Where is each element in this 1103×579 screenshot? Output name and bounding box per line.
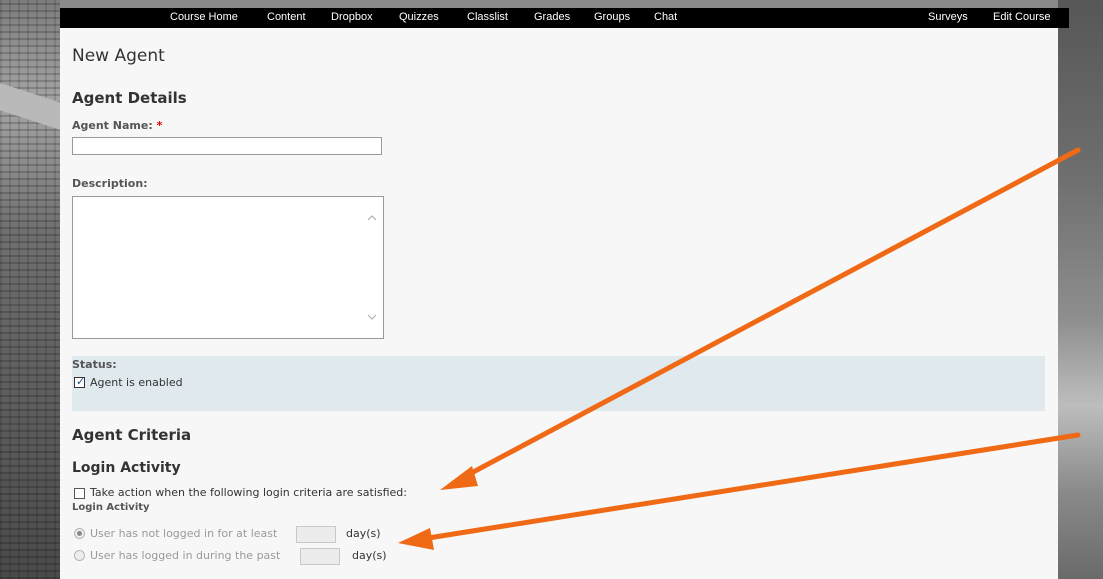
page-title: New Agent xyxy=(72,46,165,66)
logged-in-radio[interactable] xyxy=(74,550,85,561)
login-activity-heading: Login Activity xyxy=(72,460,181,476)
main-content-panel: New Agent Agent Details Agent Name: * De… xyxy=(60,28,1058,579)
take-action-label: Take action when the following login cri… xyxy=(90,486,407,499)
days-unit-label: day(s) xyxy=(346,527,381,540)
agent-name-label-text: Agent Name: xyxy=(72,119,153,132)
nav-content[interactable]: Content xyxy=(267,11,306,23)
scroll-up-icon[interactable] xyxy=(367,213,377,223)
agent-details-heading: Agent Details xyxy=(72,89,187,107)
status-panel: Status: ✓ Agent is enabled xyxy=(72,356,1045,411)
description-textarea[interactable] xyxy=(72,196,384,339)
agent-name-input[interactable] xyxy=(72,137,382,155)
agent-enabled-label: Agent is enabled xyxy=(90,376,183,389)
login-activity-sublabel: Login Activity xyxy=(72,502,150,513)
nav-edit-course[interactable]: Edit Course xyxy=(993,11,1050,23)
background-photo-left xyxy=(0,0,82,579)
nav-classlist[interactable]: Classlist xyxy=(467,11,508,23)
required-marker: * xyxy=(156,119,163,132)
nav-quizzes[interactable]: Quizzes xyxy=(399,11,439,23)
logged-in-label: User has logged in during the past xyxy=(90,549,281,562)
not-logged-in-label: User has not logged in for at least xyxy=(90,527,278,540)
nav-chat[interactable]: Chat xyxy=(654,11,677,23)
agent-enabled-checkbox[interactable]: ✓ xyxy=(74,375,86,388)
days-unit-label-2: day(s) xyxy=(352,549,387,562)
nav-surveys[interactable]: Surveys xyxy=(928,11,968,23)
take-action-checkbox[interactable] xyxy=(74,488,85,499)
not-logged-in-radio[interactable] xyxy=(74,528,85,539)
course-navbar: Course Home Content Dropbox Quizzes Clas… xyxy=(60,8,1069,28)
nav-course-home[interactable]: Course Home xyxy=(170,11,238,23)
status-label: Status: xyxy=(72,358,117,371)
not-logged-days-input[interactable] xyxy=(296,526,336,543)
agent-name-label: Agent Name: * xyxy=(72,119,162,132)
description-label: Description: xyxy=(72,177,148,190)
checkmark-icon: ✓ xyxy=(76,375,86,388)
background-photo-right xyxy=(1058,0,1103,579)
agent-criteria-heading: Agent Criteria xyxy=(72,426,192,444)
radio-selected-dot xyxy=(77,531,82,536)
nav-grades[interactable]: Grades xyxy=(534,11,570,23)
nav-dropbox[interactable]: Dropbox xyxy=(331,11,373,23)
logged-days-input[interactable] xyxy=(300,548,340,565)
scroll-down-icon[interactable] xyxy=(367,312,377,322)
nav-groups[interactable]: Groups xyxy=(594,11,630,23)
